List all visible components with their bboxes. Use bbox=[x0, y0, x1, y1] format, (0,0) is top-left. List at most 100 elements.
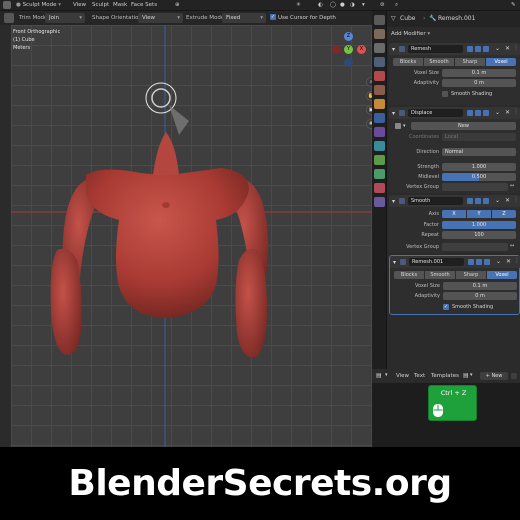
mode-blocks[interactable]: Blocks bbox=[393, 58, 423, 66]
texture-icon[interactable] bbox=[395, 123, 401, 129]
gizmo-z-icon[interactable]: Z bbox=[344, 32, 353, 41]
editmode-toggle-icon[interactable] bbox=[468, 259, 474, 265]
viewport-toggle-icon[interactable] bbox=[475, 198, 481, 204]
menu-mask[interactable]: Mask bbox=[113, 2, 127, 8]
viewport-toggle-icon[interactable] bbox=[475, 46, 481, 52]
transform-icon[interactable]: ⊕ bbox=[175, 2, 180, 8]
global-icon[interactable]: ✳ bbox=[296, 2, 301, 8]
mode-sharp[interactable]: Sharp bbox=[455, 58, 485, 66]
dropdown-arrow-icon[interactable]: ⌄ bbox=[495, 109, 500, 116]
axis-z-toggle[interactable]: Z bbox=[492, 210, 516, 218]
3d-viewport[interactable]: Front Orthographic (1) Cube Meters Z Y X… bbox=[11, 25, 372, 447]
menu-sculpt[interactable]: Sculpt bbox=[92, 2, 109, 8]
particles-tab-icon[interactable] bbox=[373, 127, 385, 137]
remove-icon[interactable]: ✕ bbox=[505, 197, 510, 204]
shading-mat-icon[interactable]: ● bbox=[340, 2, 345, 8]
invert-icon[interactable]: ↔ bbox=[510, 183, 514, 189]
render-tab-icon[interactable] bbox=[373, 29, 385, 39]
add-modifier-button[interactable]: Add Modifier ▾ bbox=[391, 31, 430, 37]
new-text-button[interactable]: + New bbox=[480, 372, 508, 380]
adaptivity-field[interactable]: 0 m bbox=[442, 79, 516, 87]
render-toggle-icon[interactable] bbox=[484, 259, 490, 265]
tool-tab-icon[interactable] bbox=[373, 15, 385, 25]
chevron-down-icon[interactable]: ▾ bbox=[392, 46, 395, 53]
texture-tab-icon[interactable] bbox=[373, 197, 385, 207]
world-tab-icon[interactable] bbox=[373, 85, 385, 95]
editor-type-icon[interactable]: ▤ bbox=[376, 372, 382, 379]
sculpt-mesh[interactable] bbox=[50, 132, 269, 358]
render-toggle-icon[interactable] bbox=[483, 110, 489, 116]
menu-view[interactable]: View bbox=[396, 373, 409, 379]
axis-y-toggle[interactable]: Y bbox=[467, 210, 491, 218]
physics-tab-icon[interactable] bbox=[373, 141, 385, 151]
shape-orientation-dropdown[interactable]: View ▾ bbox=[138, 13, 183, 23]
search-icon[interactable]: ⌕ bbox=[395, 2, 398, 9]
repeat-field[interactable]: 100 bbox=[442, 231, 516, 239]
pin-icon[interactable]: ✎ bbox=[511, 2, 516, 8]
factor-slider[interactable]: 1.000 bbox=[442, 221, 516, 229]
chevron-down-icon[interactable]: ▾ bbox=[362, 2, 365, 8]
data-tab-icon[interactable] bbox=[373, 169, 385, 179]
dropdown-arrow-icon[interactable]: ⌄ bbox=[495, 197, 500, 204]
menu-face-sets[interactable]: Face Sets bbox=[131, 2, 157, 8]
outliner-filter-icon[interactable]: ⊜ bbox=[380, 2, 385, 8]
render-toggle-icon[interactable] bbox=[483, 46, 489, 52]
mode-smooth[interactable]: Smooth bbox=[425, 271, 455, 279]
direction-dropdown[interactable]: Normal bbox=[442, 148, 516, 156]
shading-render-icon[interactable]: ◑ bbox=[350, 2, 355, 8]
modifier-name-field[interactable]: Remesh bbox=[408, 45, 463, 53]
mode-blocks[interactable]: Blocks bbox=[394, 271, 424, 279]
active-tool-icon[interactable] bbox=[4, 13, 14, 23]
drag-handle-icon[interactable]: ⋮ bbox=[513, 196, 519, 203]
gizmo-neg-x-icon[interactable] bbox=[332, 45, 341, 54]
dropdown-arrow-icon[interactable]: ⌄ bbox=[495, 45, 500, 52]
vertex-group-field[interactable] bbox=[442, 183, 508, 191]
modifier-name-field[interactable]: Displace bbox=[408, 109, 463, 117]
extrude-mode-dropdown[interactable]: Fixed ▾ bbox=[222, 13, 266, 23]
remove-icon[interactable]: ✕ bbox=[505, 45, 510, 52]
render-toggle-icon[interactable] bbox=[483, 198, 489, 204]
chevron-down-icon[interactable]: ▾ bbox=[470, 372, 473, 378]
mode-sharp[interactable]: Sharp bbox=[456, 271, 486, 279]
editor-type-icon[interactable] bbox=[3, 1, 11, 9]
smooth-shading-checkbox[interactable]: ✓ bbox=[443, 304, 449, 310]
vertex-group-field[interactable] bbox=[442, 243, 508, 251]
gizmo-x-icon[interactable]: X bbox=[357, 45, 366, 54]
constraints-tab-icon[interactable] bbox=[373, 155, 385, 165]
midlevel-slider[interactable]: 0.500 bbox=[442, 173, 516, 181]
menu-text[interactable]: Text bbox=[414, 373, 425, 379]
viewport-toggle-icon[interactable] bbox=[476, 259, 482, 265]
editmode-toggle-icon[interactable] bbox=[467, 110, 473, 116]
drag-handle-icon[interactable]: ⋮ bbox=[513, 108, 519, 115]
invert-icon[interactable]: ↔ bbox=[510, 243, 514, 249]
output-tab-icon[interactable] bbox=[373, 43, 385, 53]
mode-smooth[interactable]: Smooth bbox=[424, 58, 454, 66]
view-layer-tab-icon[interactable] bbox=[373, 57, 385, 67]
trim-mode-dropdown[interactable]: Join ▾ bbox=[45, 13, 85, 23]
strength-field[interactable]: 1.000 bbox=[442, 163, 516, 171]
voxel-size-field[interactable]: 0.1 m bbox=[442, 69, 516, 77]
chevron-down-icon[interactable]: ▾ bbox=[393, 259, 396, 266]
text-options-icon[interactable] bbox=[511, 373, 517, 379]
use-cursor-checkbox[interactable]: ✓ bbox=[270, 14, 276, 20]
mode-voxel[interactable]: Voxel bbox=[487, 271, 517, 279]
material-tab-icon[interactable] bbox=[373, 183, 385, 193]
modifier-name-field[interactable]: Remesh.001 bbox=[409, 258, 464, 266]
shading-solid-icon[interactable]: ◐ bbox=[318, 2, 323, 8]
editmode-toggle-icon[interactable] bbox=[467, 198, 473, 204]
chevron-down-icon[interactable]: ▾ bbox=[392, 110, 395, 117]
chevron-down-icon[interactable]: ▾ bbox=[403, 123, 406, 129]
mode-selector[interactable]: ● Sculpt Mode ▾ bbox=[16, 2, 61, 8]
remove-icon[interactable]: ✕ bbox=[505, 109, 510, 116]
gizmo-y-icon[interactable]: Y bbox=[344, 45, 353, 54]
dropdown-arrow-icon[interactable]: ⌄ bbox=[496, 258, 501, 265]
smooth-shading-checkbox[interactable] bbox=[442, 91, 448, 97]
editmode-toggle-icon[interactable] bbox=[467, 46, 473, 52]
remove-icon[interactable]: ✕ bbox=[506, 258, 511, 265]
new-texture-button[interactable]: New bbox=[411, 122, 516, 130]
drag-handle-icon[interactable]: ⋮ bbox=[514, 257, 520, 264]
chevron-down-icon[interactable]: ▾ bbox=[392, 198, 395, 205]
viewport-toggle-icon[interactable] bbox=[475, 110, 481, 116]
voxel-size-field[interactable]: 0.1 m bbox=[443, 282, 517, 290]
text-datablock-icon[interactable]: ▤ bbox=[463, 372, 469, 379]
